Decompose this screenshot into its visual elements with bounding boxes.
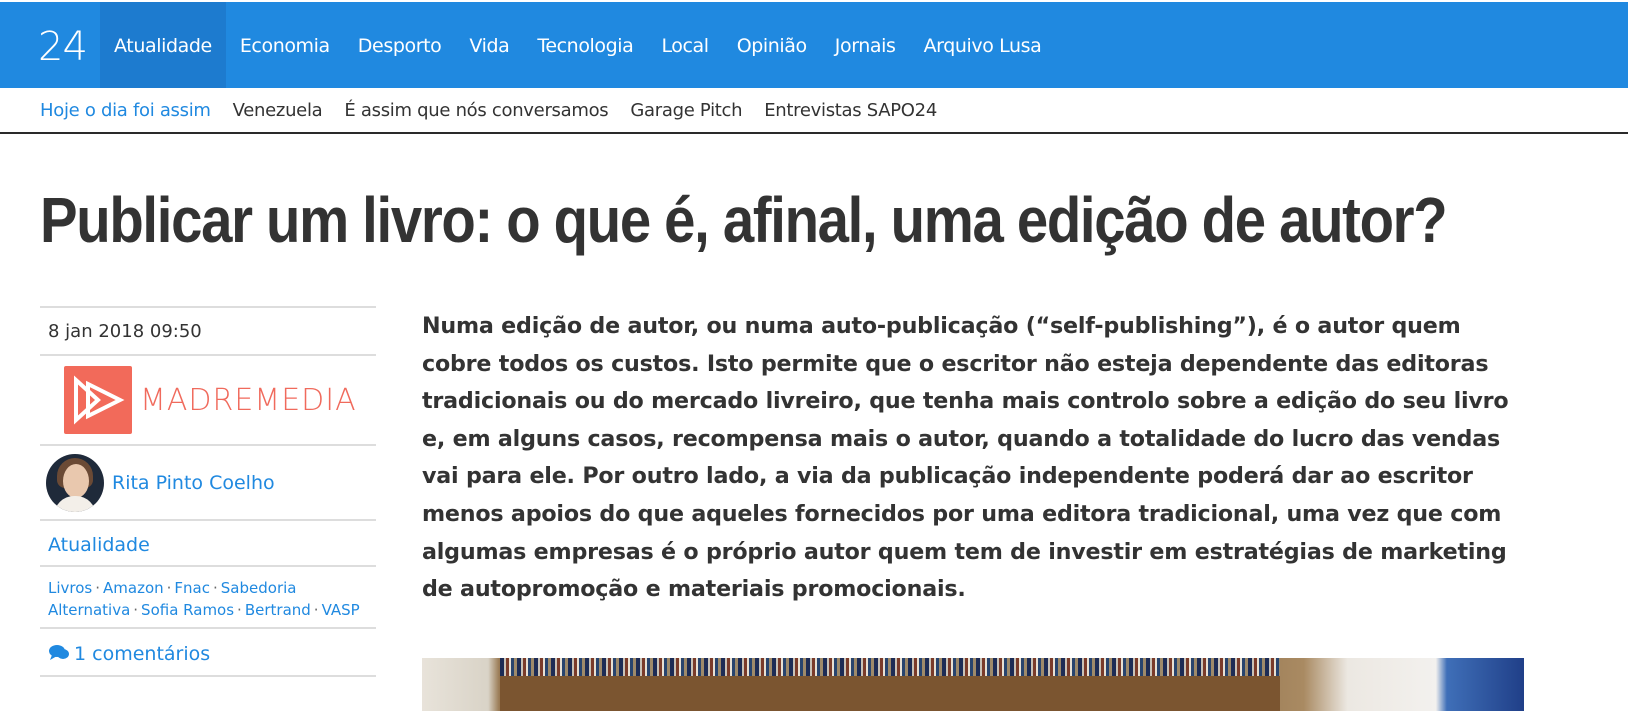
subnav-garage-pitch[interactable]: Garage Pitch: [630, 100, 742, 121]
article-title: Publicar um livro: o que é, afinal, uma …: [40, 184, 1448, 256]
comments-label: 1 comentários: [74, 643, 211, 665]
article-meta-sidebar: 8 jan 2018 09:50 MADREMEDIA Rita Pinto C…: [40, 306, 376, 677]
publisher-logo-text: MADREMEDIA: [140, 382, 357, 418]
tag-link[interactable]: Amazon: [103, 579, 164, 597]
nav-vida[interactable]: Vida: [455, 2, 523, 88]
article-lead: Numa edição de autor, ou numa auto-publi…: [422, 313, 1509, 603]
comments-count: 1 comentários: [40, 627, 376, 677]
madremedia-logo-icon: [64, 366, 132, 434]
article-tags: Livros · Amazon · Fnac · Sabedoria Alternativa…: [40, 565, 376, 627]
tag-link[interactable]: Bertrand: [245, 601, 311, 619]
nav-atualidade[interactable]: Atualidade: [100, 2, 226, 88]
comments-link[interactable]: 1 comentários: [48, 643, 210, 665]
bookshelf-image: [500, 676, 1280, 711]
nav-opiniao[interactable]: Opinião: [723, 2, 821, 88]
top-navigation-bar: 24 Atualidade Economia Desporto Vida Tec…: [0, 2, 1628, 88]
nav-arquivo-lusa[interactable]: Arquivo Lusa: [910, 2, 1056, 88]
tag-link[interactable]: Livros: [48, 579, 92, 597]
subnav-hoje-o-dia-foi-assim[interactable]: Hoje o dia foi assim: [40, 100, 211, 121]
nav-local[interactable]: Local: [647, 2, 722, 88]
publisher-logo[interactable]: MADREMEDIA: [40, 354, 376, 444]
author-info: Rita Pinto Coelho: [40, 444, 376, 519]
subnav-e-assim-que-nos-conversamos[interactable]: É assim que nós conversamos: [344, 100, 608, 121]
nav-tecnologia[interactable]: Tecnologia: [523, 2, 647, 88]
author-name-link[interactable]: Rita Pinto Coelho: [112, 472, 275, 494]
publish-date: 8 jan 2018 09:50: [40, 306, 376, 354]
author-avatar[interactable]: [46, 453, 104, 512]
section-link[interactable]: Atualidade: [48, 534, 150, 556]
bookshelf-books-image: [500, 658, 1280, 676]
nav-jornais[interactable]: Jornais: [821, 2, 910, 88]
secondary-navigation: Hoje o dia foi assim Venezuela É assim q…: [0, 88, 1628, 134]
main-menu: Atualidade Economia Desporto Vida Tecnol…: [100, 2, 1055, 88]
nav-desporto[interactable]: Desporto: [344, 2, 456, 88]
tag-link[interactable]: VASP: [322, 601, 360, 619]
article-image: [422, 658, 1524, 711]
nav-economia[interactable]: Economia: [226, 2, 344, 88]
subnav-venezuela[interactable]: Venezuela: [233, 100, 323, 121]
site-logo[interactable]: 24: [38, 2, 88, 88]
comments-icon: [49, 645, 69, 660]
article-section: Atualidade: [40, 519, 376, 565]
tag-link[interactable]: Sofia Ramos: [141, 601, 234, 619]
subnav-entrevistas-sapo24[interactable]: Entrevistas SAPO24: [764, 100, 937, 121]
tag-link[interactable]: Fnac: [174, 579, 210, 597]
